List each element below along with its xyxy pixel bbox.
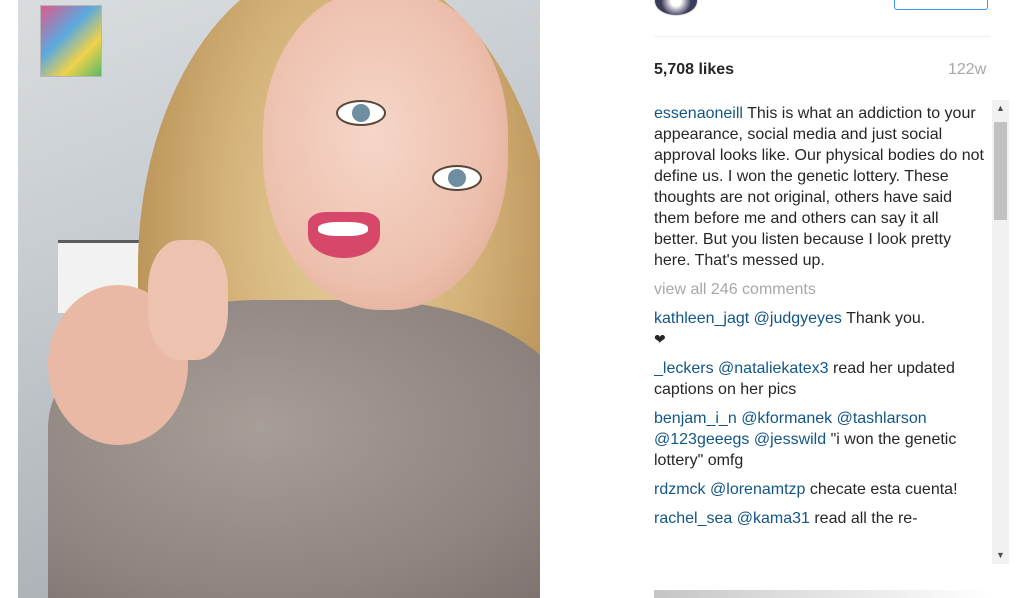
header-divider xyxy=(654,36,990,37)
caption: essenaoneill This is what an addiction t… xyxy=(654,103,984,271)
comment-username[interactable]: kathleen_jagt xyxy=(654,310,749,327)
comment-item: benjam_i_n @kformanek @tashlarson @123ge… xyxy=(654,408,984,471)
comment-item: rdzmck @lorenamtzp checate esta cuenta! xyxy=(654,479,984,500)
post-photo[interactable] xyxy=(18,0,540,598)
view-all-comments-link[interactable]: view all 246 comments xyxy=(654,279,984,300)
comment-item: _leckers @nataliekatex3 read her updated… xyxy=(654,358,984,400)
right-eye xyxy=(432,165,482,191)
scroll-up-arrow-icon[interactable]: ▲ xyxy=(992,100,1009,117)
comment-mention[interactable]: @kama31 xyxy=(737,510,810,527)
comment-text: checate esta cuenta! xyxy=(805,481,958,498)
caption-username[interactable]: essenaoneill xyxy=(654,105,743,122)
likes-count[interactable]: 5,708 likes xyxy=(654,61,734,79)
comment-item: rachel_sea @kama31 read all the re- xyxy=(654,508,984,529)
comment-text: Thank you. xyxy=(841,310,926,327)
comment-input-peek xyxy=(654,590,990,598)
caption-text: This is what an addiction to your appear… xyxy=(654,105,984,269)
face xyxy=(263,0,508,310)
comment-item: kathleen_jagt @judgyeyes Thank you. ❤ xyxy=(654,308,984,350)
comments-list[interactable]: essenaoneill This is what an addiction t… xyxy=(654,103,984,565)
comment-username[interactable]: _leckers xyxy=(654,360,714,377)
comment-username[interactable]: benjam_i_n xyxy=(654,410,737,427)
comment-mention[interactable]: @judgyeyes xyxy=(754,310,842,327)
comments-scrollbar[interactable]: ▲ ▼ xyxy=(992,100,1009,564)
smile xyxy=(308,212,380,258)
post-age[interactable]: 122w xyxy=(948,61,986,79)
avatar[interactable] xyxy=(654,0,698,16)
left-eye xyxy=(336,100,386,126)
comment-username[interactable]: rdzmck xyxy=(654,481,706,498)
comment-mention[interactable]: @nataliekatex3 xyxy=(718,360,829,377)
heart-icon: ❤ xyxy=(654,331,666,347)
wall-poster xyxy=(40,5,102,77)
post-details-panel: 5,708 likes 122w essenaoneill This is wh… xyxy=(640,0,1009,598)
comment-mention[interactable]: @lorenamtzp xyxy=(710,481,805,498)
comment-text: read all the re- xyxy=(809,510,918,527)
scrollbar-thumb[interactable] xyxy=(994,122,1007,220)
follow-button[interactable] xyxy=(894,0,988,10)
comment-username[interactable]: rachel_sea xyxy=(654,510,732,527)
hand xyxy=(148,240,228,360)
scroll-down-arrow-icon[interactable]: ▼ xyxy=(992,547,1009,564)
